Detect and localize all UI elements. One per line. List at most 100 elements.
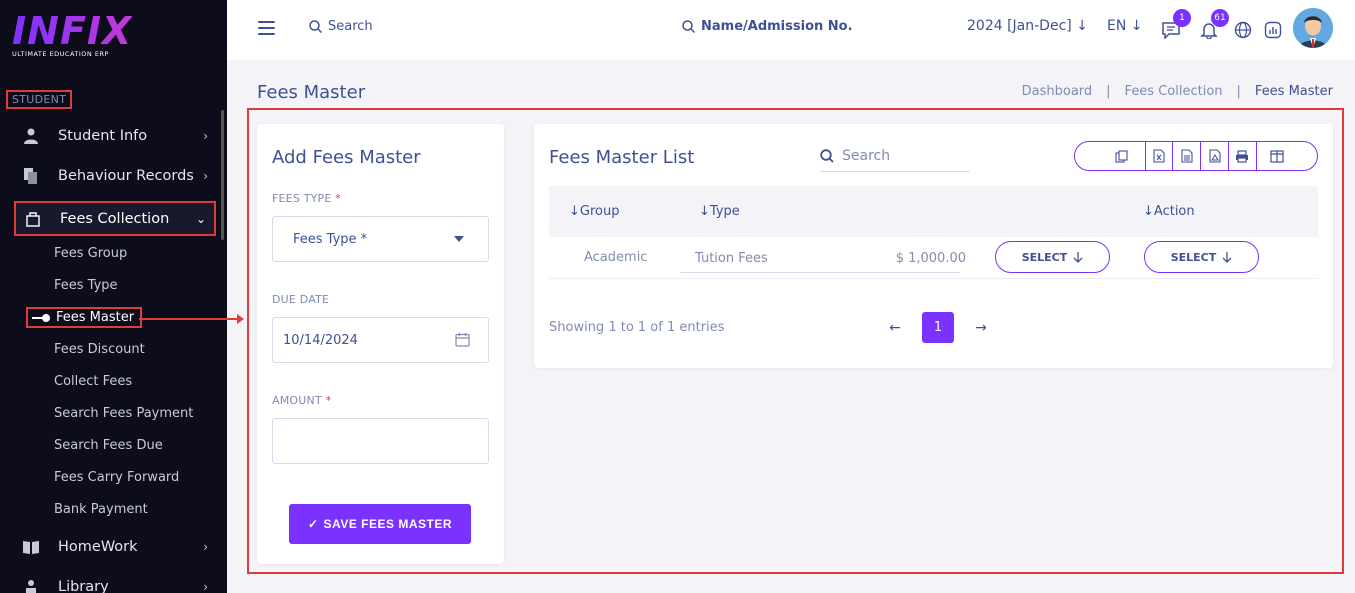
user-icon (22, 127, 40, 145)
amount-label: AMOUNT * (272, 394, 331, 407)
entries-info: Showing 1 to 1 of 1 entries (549, 320, 725, 335)
form-title: Add Fees Master (272, 147, 421, 168)
column-header-label: Type (709, 204, 740, 219)
cell-amount: $ 1,000.00 (895, 251, 966, 266)
sidebar-sub-fees-discount[interactable]: Fees Discount (54, 342, 145, 357)
select-dropdown-button[interactable]: SELECT (995, 241, 1110, 273)
action-select-button[interactable]: SELECT (1144, 241, 1259, 273)
sidebar-sub-search-fees-due[interactable]: Search Fees Due (54, 438, 163, 453)
breadcrumb-separator: | (1106, 84, 1111, 99)
search-icon (682, 20, 695, 33)
app-logo[interactable]: INFIX ULTIMATE EDUCATION ERP (12, 10, 132, 58)
sidebar-item-homework[interactable]: HomeWork › (14, 530, 216, 564)
due-date-label: DUE DATE (272, 293, 330, 306)
sidebar-sub-search-fees-payment[interactable]: Search Fees Payment (54, 406, 193, 421)
caret-down-icon (454, 236, 464, 242)
sidebar-item-library[interactable]: Library › (14, 570, 216, 593)
search-icon (820, 148, 834, 163)
book-icon (22, 538, 40, 556)
copy-button[interactable] (1075, 142, 1146, 170)
sidebar-item-label: Student Info (58, 128, 148, 144)
due-date-field[interactable]: 10/14/2024 (272, 317, 489, 363)
save-fees-master-button[interactable]: ✓ SAVE FEES MASTER (289, 504, 471, 544)
header-search[interactable]: Search (309, 19, 373, 34)
sidebar-item-label: HomeWork (58, 539, 138, 555)
print-icon (1236, 149, 1249, 163)
arrow-down-icon: ↓ (1076, 18, 1088, 34)
fees-type-label-text: FEES TYPE (272, 192, 332, 205)
sidebar-sub-fees-carry-forward[interactable]: Fees Carry Forward (54, 470, 179, 485)
fees-type-select[interactable]: Fees Type * (272, 216, 489, 262)
prev-page-icon[interactable]: ← (888, 320, 902, 336)
analytics-button[interactable] (1261, 18, 1285, 42)
sidebar-sub-fees-type[interactable]: Fees Type (54, 278, 118, 293)
cell-type: Tution Fees (695, 251, 768, 266)
notification-badge: 61 (1211, 9, 1229, 27)
print-button[interactable] (1229, 142, 1257, 170)
amount-input[interactable] (272, 418, 489, 464)
table-row: Academic Tution Fees $ 1,000.00 SELECT S… (549, 237, 1318, 279)
sidebar-sub-fees-group[interactable]: Fees Group (54, 246, 127, 261)
page-number-button[interactable]: 1 (922, 312, 954, 343)
list-title: Fees Master List (549, 147, 695, 168)
sidebar-item-label: Behaviour Records (58, 168, 194, 184)
sidebar-item-fees-collection[interactable]: Fees Collection ⌄ (14, 201, 216, 236)
notification-button[interactable]: 61 (1197, 9, 1229, 42)
page-title: Fees Master (257, 82, 366, 103)
list-search-placeholder: Search (842, 147, 891, 164)
pagination: ← 1 → (888, 312, 988, 343)
sidebar-sub-fees-master[interactable]: Fees Master (26, 307, 143, 328)
menu-toggle-icon[interactable] (258, 21, 275, 35)
column-header-group[interactable]: ↓ Group (569, 204, 619, 219)
add-fees-master-card: Add Fees Master FEES TYPE * Fees Type * … (257, 124, 504, 564)
breadcrumb-fees-collection[interactable]: Fees Collection (1125, 84, 1223, 99)
column-header-label: Action (1153, 204, 1195, 219)
chevron-right-icon: › (203, 129, 208, 143)
sidebar-sub-collect-fees[interactable]: Collect Fees (54, 374, 132, 389)
logo-text: INFIX (12, 9, 133, 53)
fees-master-list-card: Fees Master List Search ↓ Group ↓ Type ↓… (534, 124, 1333, 368)
breadcrumb-dashboard[interactable]: Dashboard (1022, 84, 1093, 99)
fees-icon (24, 210, 42, 228)
academic-year-select[interactable]: 2024 [Jan-Dec] ↓ (967, 18, 1088, 34)
lang-label: EN (1107, 18, 1127, 34)
column-header-type[interactable]: ↓ Type (699, 204, 740, 219)
active-indicator-icon (32, 313, 50, 322)
list-search-input[interactable]: Search (820, 140, 970, 172)
columns-button[interactable] (1257, 142, 1317, 170)
chevron-right-icon: › (203, 580, 208, 593)
sidebar-item-student-info[interactable]: Student Info › (14, 119, 216, 153)
library-icon (22, 578, 40, 593)
required-mark: * (335, 192, 341, 205)
student-search-label: Name/Admission No. (701, 19, 853, 34)
select-label: SELECT (1021, 250, 1068, 264)
sidebar-item-behaviour-records[interactable]: Behaviour Records › (14, 159, 216, 193)
calendar-icon[interactable] (455, 332, 470, 347)
arrow-down-icon: ↓ (1130, 18, 1143, 34)
column-header-action[interactable]: ↓ Action (1143, 204, 1195, 219)
csv-button[interactable] (1173, 142, 1202, 170)
year-label: 2024 [Jan-Dec] (967, 18, 1072, 34)
language-select[interactable]: EN ↓ (1107, 18, 1143, 34)
pdf-button[interactable] (1201, 142, 1229, 170)
sidebar-scrollbar[interactable] (221, 110, 224, 240)
user-avatar[interactable] (1293, 8, 1333, 48)
sidebar-sub-bank-payment[interactable]: Bank Payment (54, 502, 148, 517)
student-search[interactable]: Name/Admission No. (682, 19, 853, 34)
table-header: ↓ Group ↓ Type ↓ Action (549, 186, 1318, 237)
column-header-label: Group (579, 204, 620, 219)
arrow-down-icon (1222, 251, 1232, 263)
due-date-value: 10/14/2024 (283, 332, 358, 348)
annotation-arrow-head (237, 314, 244, 324)
save-label: SAVE FEES MASTER (323, 517, 453, 531)
chat-badge: 1 (1173, 9, 1191, 27)
next-page-icon[interactable]: → (974, 320, 988, 336)
amount-label-text: AMOUNT (272, 394, 322, 407)
type-cell: Tution Fees $ 1,000.00 (680, 245, 966, 273)
sort-arrow-icon: ↓ (699, 204, 710, 219)
excel-button[interactable] (1146, 142, 1174, 170)
sidebar-sub-label: Fees Master (56, 310, 135, 325)
website-button[interactable] (1231, 18, 1255, 42)
sort-arrow-icon: ↓ (1143, 204, 1154, 219)
chat-button[interactable]: 1 (1159, 9, 1191, 42)
